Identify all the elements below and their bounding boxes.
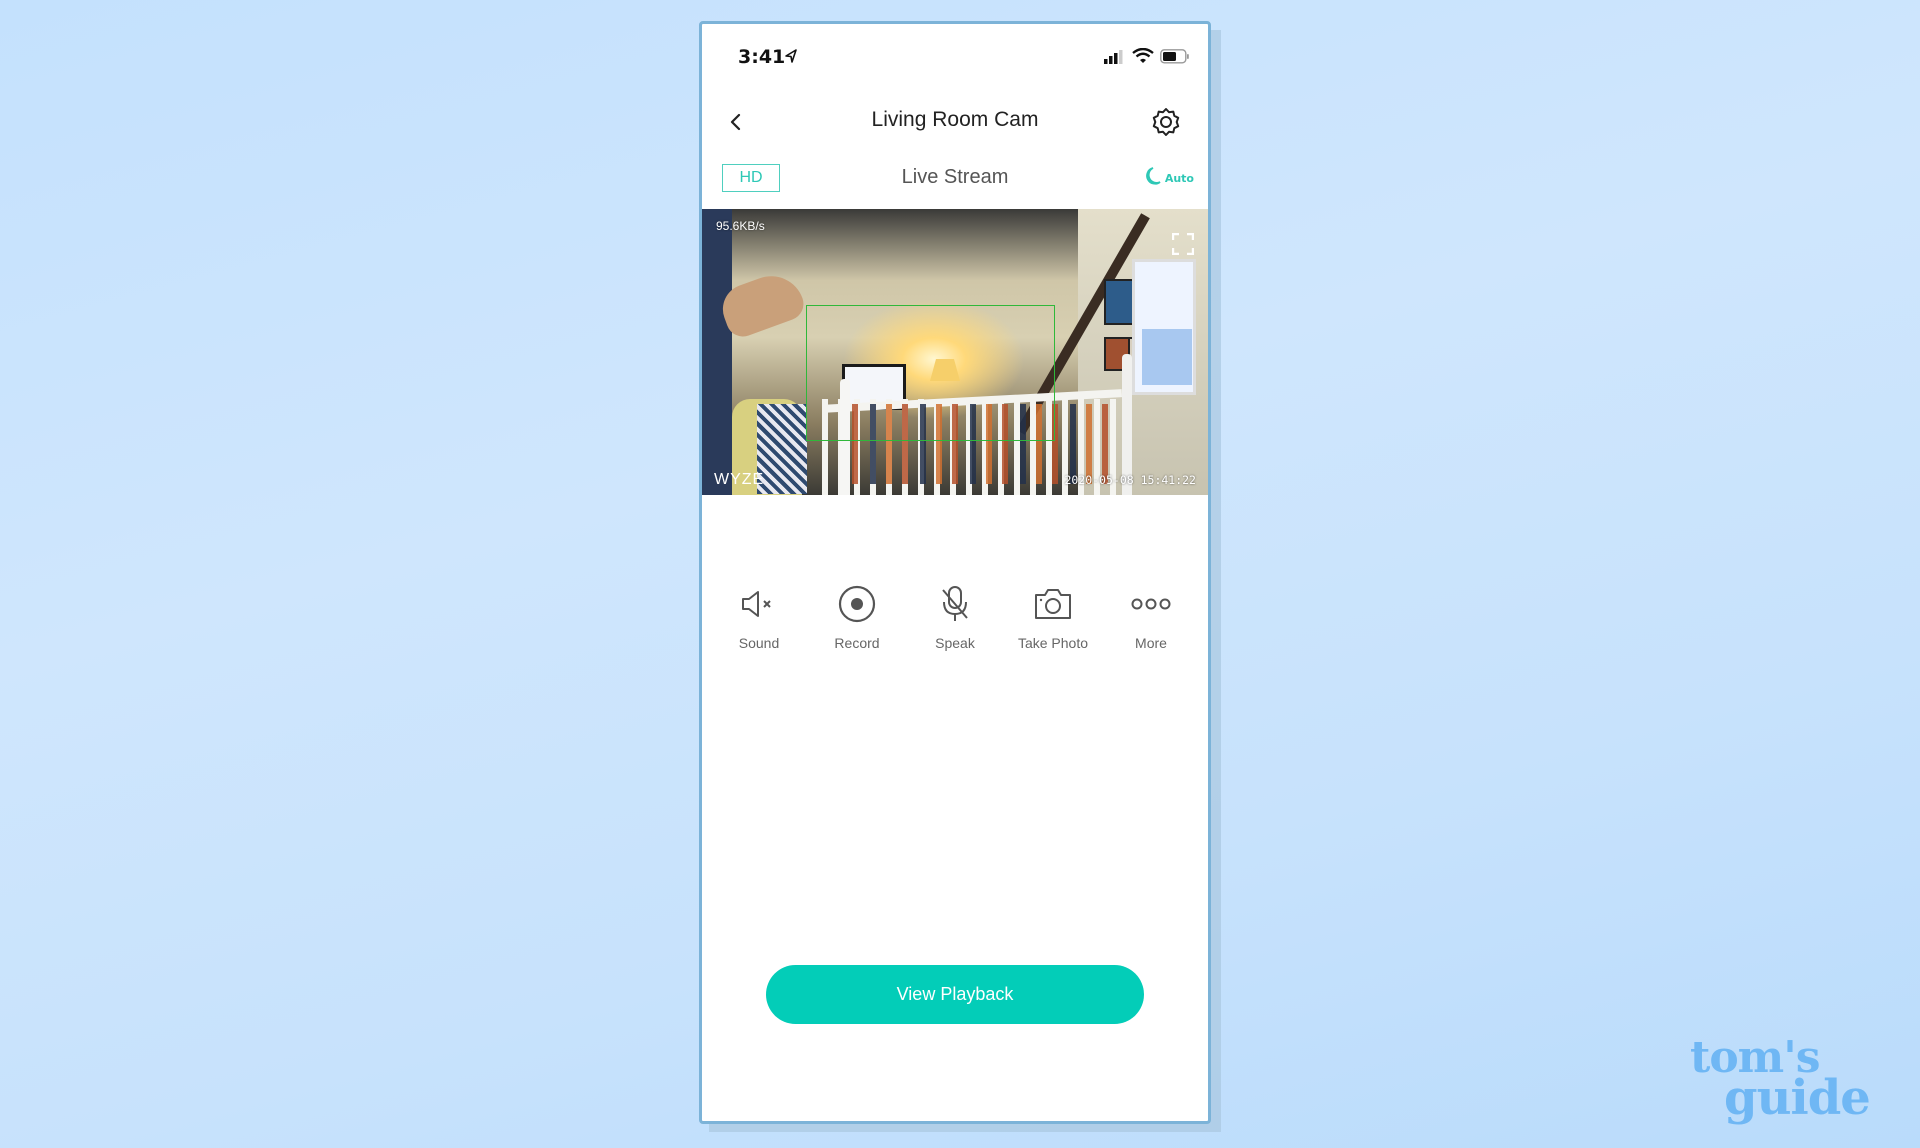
live-stream-title: Live Stream [901,166,1009,188]
night-mode-label: Auto [1164,172,1194,185]
status-bar: 3:41 [702,24,1208,94]
record-button[interactable]: Record [812,579,902,689]
live-video-feed[interactable]: 95.6KB/s WYZE 2020-05-08 15:41:22 [702,209,1208,495]
video-scene-blanket [757,404,807,494]
wyze-watermark: WYZE [714,471,765,488]
camera-icon [1035,589,1071,619]
more-button[interactable]: More [1106,579,1196,689]
navigation-bar: Living Room Cam [702,94,1208,149]
speaker-muted-icon [742,591,771,617]
motion-detection-box [806,305,1055,441]
cellular-signal-icon [1104,50,1123,64]
fullscreen-icon[interactable] [1172,233,1194,255]
take-photo-label: Take Photo [1017,635,1089,651]
microphone-muted-icon [942,586,968,621]
more-label: More [1135,635,1167,651]
moon-icon [1146,167,1161,185]
view-playback-button[interactable]: View Playback [766,965,1144,1024]
bitrate-readout: 95.6KB/s [716,219,765,233]
night-mode-button[interactable]: Auto [1145,166,1194,189]
stream-subheader: HD Live Stream Auto [702,154,1208,204]
video-timestamp: 2020-05-08 15:41:22 [1064,473,1196,487]
speak-button[interactable]: Speak [910,579,1000,689]
page-title: Living Room Cam [871,108,1039,131]
toms-guide-logo: tom's guide [1690,1036,1871,1126]
more-dots-icon [1131,598,1171,610]
sound-button[interactable]: Sound [714,579,804,689]
sound-label: Sound [738,635,780,651]
video-scene-window-pane [1142,329,1192,385]
video-scene-arm [702,209,732,495]
phone-screen: 3:41 Living Room Cam HD Live Stream Auto… [699,21,1211,1124]
record-icon [838,585,876,623]
speak-label: Speak [935,635,975,651]
take-photo-button[interactable]: Take Photo [1008,579,1098,689]
battery-icon [1160,49,1189,64]
location-arrow-icon [785,49,797,63]
record-label: Record [834,635,880,651]
status-time: 3:41 [738,46,786,68]
logo-line-2: guide [1724,1070,1871,1126]
camera-controls: Sound Record Speak Take Photo More [702,579,1208,689]
gear-icon[interactable] [1150,106,1182,138]
wifi-icon [1132,48,1154,63]
